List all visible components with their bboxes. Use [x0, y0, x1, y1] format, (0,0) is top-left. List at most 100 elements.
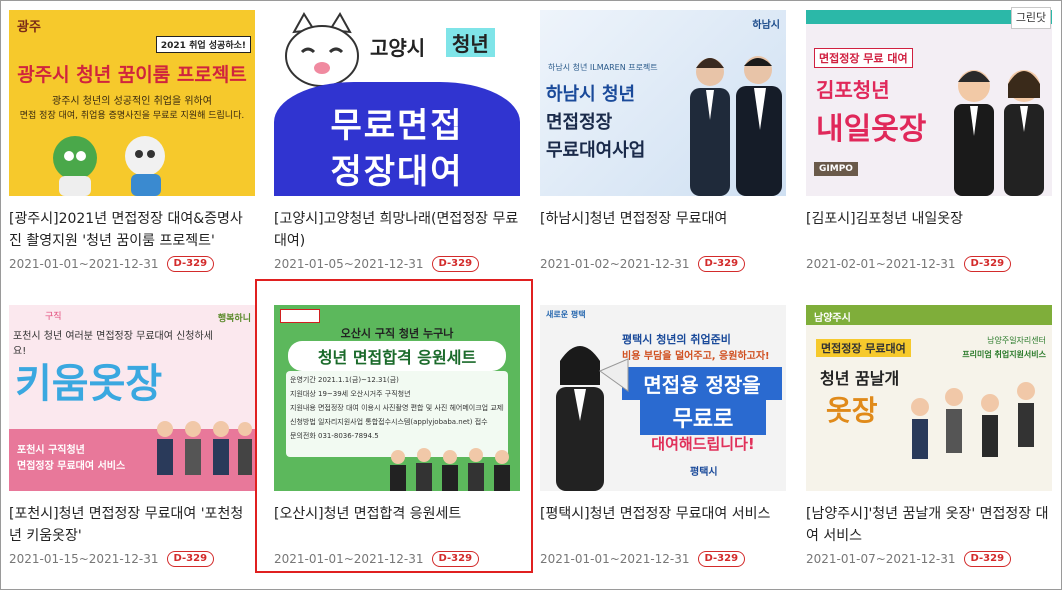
- dday-badge: D-329: [166, 256, 215, 272]
- program-card[interactable]: 고양시 청년 무료면접 정장대여 [고양시]고양청년 희망나래(면접정장 무료대…: [274, 10, 520, 272]
- thumb-top: 비용 부담을 덜어주고, 응원하고자!: [622, 351, 770, 362]
- thumb-logo: [280, 309, 320, 323]
- thumb-info-row: 신청방법 일자리지원사업 통합접수시스템(applyjobaba.net) 접수: [290, 418, 488, 426]
- card-title[interactable]: [포천시]청년 면접정장 무료대여 '포천청년 키움옷장': [9, 503, 255, 547]
- thumb-top: 평택시 청년의 취업준비: [622, 333, 731, 346]
- card-date: 2021-01-15~2021-12-31: [9, 552, 159, 566]
- card-date: 2021-01-02~2021-12-31: [540, 257, 690, 271]
- card-meta: 2021-01-01~2021-12-31 D-329: [274, 551, 520, 567]
- thumb-top: 오산시 구직 청년 누구나: [340, 327, 454, 340]
- card-title[interactable]: [하남시]청년 면접정장 무료대여: [540, 208, 786, 252]
- card-title[interactable]: [오산시]청년 면접합격 응원세트: [274, 503, 520, 547]
- mascot-illustration: [53, 136, 165, 196]
- thumb-headline: 대여해드립니다!: [651, 435, 755, 453]
- thumb-banner: 청년 면접합격 응원세트: [288, 341, 506, 371]
- card-title[interactable]: [고양시]고양청년 희망나래(면접정장 무료대여): [274, 208, 520, 252]
- thumb-target: 청년: [446, 28, 495, 57]
- program-card[interactable]: 남양주시 면접정장 무료대여 남양주일자리센터 프리미엄 취업지원서비스 청년 …: [806, 305, 1052, 567]
- thumb-headline: 광주시 청년 꿈이룸 프로젝트: [17, 64, 247, 86]
- thumb-sub: 면접정장 무료대여: [816, 339, 911, 357]
- card-thumbnail[interactable]: 구직 포천시 청년 여러분 면접정장 무료대여 신청하세요! 행복하니 키움옷장…: [9, 305, 255, 491]
- thumb-bottom-line: 면접정장 무료대여 서비스: [17, 461, 126, 472]
- dday-badge: D-329: [697, 551, 746, 567]
- thumb-headline: 옷장: [826, 394, 878, 427]
- thumb-right: 남양주일자리센터: [987, 336, 1046, 345]
- jumping-people-illustration: [911, 382, 1035, 459]
- card-thumbnail[interactable]: 고양시 청년 무료면접 정장대여: [274, 10, 520, 196]
- card-meta: 2021-01-15~2021-12-31 D-329: [9, 551, 255, 567]
- thumb-info-row: 지원내용 면접정장 대여 이용시 사진촬영 편합 및 사진 헤어메이크업 교제비: [290, 404, 504, 412]
- card-thumbnail[interactable]: 하남시 하남시 청년 ILMAREN 프로젝트 하남시 청년 면접정장 무료대여…: [540, 10, 786, 196]
- thumb-logo: GIMPO: [814, 162, 858, 176]
- program-card[interactable]: 오산시 구직 청년 누구나 청년 면접합격 응원세트 운영기간 2021.1.1…: [274, 305, 520, 567]
- thumb-headline: 면접용 정장을: [622, 367, 782, 400]
- card-date: 2021-02-01~2021-12-31: [806, 257, 956, 271]
- card-title[interactable]: [남양주시]'청년 꿈날개 옷장' 면접정장 대여 서비스: [806, 503, 1052, 547]
- seated-people-illustration: [157, 421, 252, 475]
- thumb-city: 고양시: [370, 36, 426, 60]
- thumb-headline: 김포청년: [816, 78, 890, 102]
- dday-badge: D-329: [431, 551, 480, 567]
- card-meta: 2021-01-01~2021-12-31 D-329: [540, 551, 786, 567]
- dday-badge: D-329: [697, 256, 746, 272]
- card-thumbnail[interactable]: 남양주시 면접정장 무료대여 남양주일자리센터 프리미엄 취업지원서비스 청년 …: [806, 305, 1052, 491]
- card-title[interactable]: [김포시]김포청년 내일옷장: [806, 208, 1052, 252]
- card-thumbnail[interactable]: 오산시 구직 청년 누구나 청년 면접합격 응원세트 운영기간 2021.1.1…: [274, 305, 520, 491]
- thumb-brand: 새로운 평택: [546, 310, 586, 319]
- thumb-sub: 면접정장 무료 대여: [814, 48, 913, 68]
- thumb-line: 면접 정장 대여, 취업용 증명사진을 무료로 지원해 드립니다.: [19, 111, 245, 121]
- card-date: 2021-01-01~2021-12-31: [9, 257, 159, 271]
- thumb-brand: 하남시: [752, 20, 780, 31]
- card-meta: 2021-01-02~2021-12-31 D-329: [540, 256, 786, 272]
- dday-badge: D-329: [431, 256, 480, 272]
- card-date: 2021-01-05~2021-12-31: [274, 257, 424, 271]
- thumb-headline: 무료로: [640, 399, 766, 435]
- thumb-line: 광주시 청년의 성공적인 취업을 위하여: [52, 96, 212, 107]
- card-thumbnail[interactable]: 광주 2021 취업 성공하소! 광주시 청년 꿈이룸 프로젝트 광주시 청년의…: [9, 10, 255, 196]
- card-date: 2021-01-01~2021-12-31: [274, 552, 424, 566]
- program-card[interactable]: 광주 2021 취업 성공하소! 광주시 청년 꿈이룸 프로젝트 광주시 청년의…: [9, 10, 255, 272]
- program-card[interactable]: 하남시 하남시 청년 ILMAREN 프로젝트 하남시 청년 면접정장 무료대여…: [540, 10, 786, 272]
- dday-badge: D-329: [963, 551, 1012, 567]
- thumb-bottom-line: 포천시 구직청년: [17, 445, 85, 456]
- thumb-small: 하남시 청년 ILMAREN 프로젝트: [548, 63, 658, 72]
- card-date: 2021-01-07~2021-12-31: [806, 552, 956, 566]
- thumb-headline: 무료면접: [330, 106, 464, 146]
- thumb-brand: 행복하니: [217, 314, 251, 324]
- thumb-right: 프리미엄 취업지원서비스: [962, 350, 1046, 359]
- graduates-illustration: [954, 70, 1044, 196]
- thumb-headline: 청년 꿈날개: [820, 369, 900, 388]
- woman-megaphone-illustration: [556, 346, 629, 491]
- thumb-tag: 2021 취업 성공하소!: [155, 36, 251, 53]
- card-title[interactable]: [평택시]청년 면접정장 무료대여 서비스: [540, 503, 786, 547]
- thumb-brand: 남양주시: [814, 313, 851, 324]
- card-meta: 2021-01-07~2021-12-31 D-329: [806, 551, 1052, 567]
- program-card[interactable]: 새로운 평택 평택시 청년의 취업준비 비용 부담을 덜어주고, 응원하고자! …: [540, 305, 786, 567]
- thumb-info-row: 운영기간 2021.1.1(금)~12.31(금): [290, 376, 399, 384]
- card-meta: 2021-01-05~2021-12-31 D-329: [274, 256, 520, 272]
- thumb-logo: 광주: [17, 20, 41, 35]
- card-thumbnail[interactable]: 면접정장 무료 대여 김포청년 내일옷장 GIMPO: [806, 10, 1052, 196]
- thumb-info-row: 문의전화 031-8036-7894.5: [290, 432, 379, 440]
- thumb-headline: 하남시 청년: [546, 84, 636, 105]
- close-button[interactable]: 그린닷: [1011, 7, 1051, 29]
- thumb-info-row: 지원대상 19~39세 오산시거주 구직청년: [290, 390, 411, 398]
- business-people-illustration: [690, 56, 782, 196]
- thumb-city: 평택시: [690, 467, 718, 478]
- thumb-headline: 면접정장: [546, 112, 613, 133]
- card-thumbnail[interactable]: 새로운 평택 평택시 청년의 취업준비 비용 부담을 덜어주고, 응원하고자! …: [540, 305, 786, 491]
- dday-badge: D-329: [166, 551, 215, 567]
- thumb-headline: 내일옷장: [816, 112, 927, 147]
- cheering-people-illustration: [390, 448, 510, 491]
- thumb-note: 구직: [45, 312, 62, 322]
- program-card[interactable]: 면접정장 무료 대여 김포청년 내일옷장 GIMPO [김포시]김포청년 내일옷…: [806, 10, 1052, 272]
- card-meta: 2021-01-01~2021-12-31 D-329: [9, 256, 255, 272]
- card-date: 2021-01-01~2021-12-31: [540, 552, 690, 566]
- program-card-grid: 광주 2021 취업 성공하소! 광주시 청년 꿈이룸 프로젝트 광주시 청년의…: [1, 1, 1062, 590]
- card-meta: 2021-02-01~2021-12-31 D-329: [806, 256, 1052, 272]
- thumb-headline: 정장대여: [330, 152, 464, 192]
- thumb-headline: 무료대여사업: [546, 140, 646, 161]
- card-title[interactable]: [광주시]2021년 면접정장 대여&증명사진 촬영지원 '청년 꿈이룸 프로젝…: [9, 208, 255, 252]
- dday-badge: D-329: [963, 256, 1012, 272]
- program-card[interactable]: 구직 포천시 청년 여러분 면접정장 무료대여 신청하세요! 행복하니 키움옷장…: [9, 305, 255, 567]
